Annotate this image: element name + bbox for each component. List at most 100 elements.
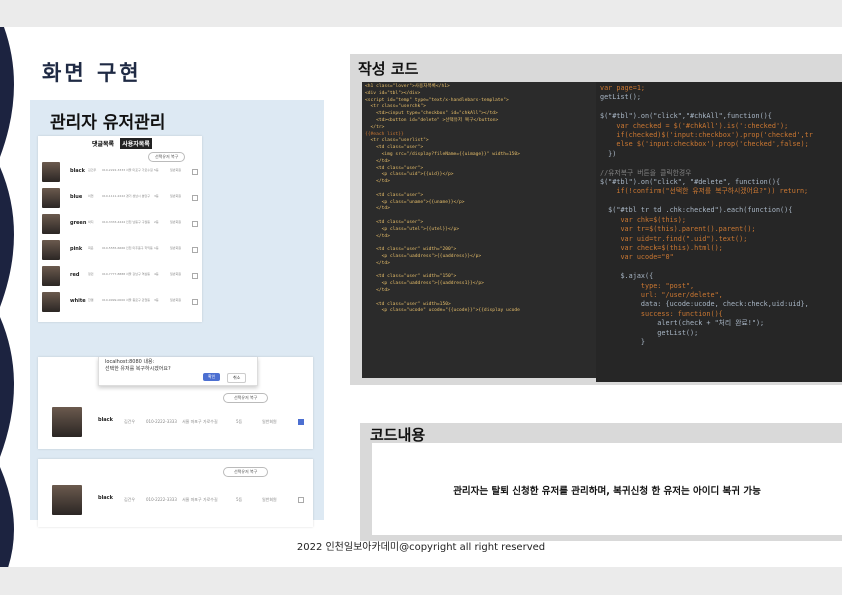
tab-bar: 댓글목록 사용자목록 (90, 138, 154, 149)
footer-copyright: 2022 인천일보아카데미@copyright all right reserv… (296, 542, 546, 553)
user-tel: 010-9999-0000 (102, 298, 126, 302)
user-tel: 010-3333-4444 (102, 220, 126, 224)
dialog-cancel-button[interactable]: 취소 (227, 373, 247, 383)
code-line: <img src="/display?fileName={{uimage}}" … (365, 151, 520, 157)
code-line: </td> (365, 233, 390, 239)
code-line: <td class="user"> (365, 192, 424, 198)
restored-user-screenshot: 선택유저 복구 black 김건우 010-2222-3333 서울 마포구 가… (38, 459, 313, 527)
code-line: $.ajax({ (600, 272, 654, 281)
user-tel: 010-5555-6666 (102, 246, 126, 250)
restore-user-button[interactable]: 선택유저 복구 (223, 467, 269, 477)
user-name: 박지 (88, 220, 94, 224)
user-address: 서울 마포구 가로수길 (126, 168, 153, 172)
panel-title: 관리자 유저관리 (50, 113, 166, 133)
user-id: blue (70, 194, 83, 200)
avatar (52, 485, 82, 515)
code-line: <p class="utel">{{utel}}</p> (365, 226, 460, 232)
code-line: $("#tbl").on("click","#chkAll",function(… (600, 112, 772, 121)
user-tel: 010-1111-2222 (102, 194, 126, 198)
user-id: pink (70, 246, 83, 252)
user-note: 일반회원 (170, 168, 182, 172)
user-tel: 010-2222-3333 (146, 497, 177, 502)
tab-comments[interactable]: 댓글목록 (90, 138, 116, 149)
code-line: <p class="uname">{{uname}}</p> (365, 199, 465, 205)
restore-user-button[interactable]: 선택유저 복구 (223, 393, 269, 403)
admin-user-panel: 관리자 유저관리 댓글목록 사용자목록 선택유저 복구 black 김건우 01… (30, 100, 324, 527)
dialog-host: localhost:8080 내용: (105, 359, 155, 365)
content-box: 관리자는 탈퇴 신청한 유저를 관리하며, 복귀신청 한 유저는 아이디 복귀 … (372, 443, 842, 535)
restore-user-button[interactable]: 선택유저 복구 (148, 152, 186, 162)
code-line: var check=$(this).html(); (600, 243, 723, 252)
user-address: 서울 종로구 관철동 (126, 298, 150, 302)
table-row: black 김건우 010-2222-3333 서울 마포구 가로수길 5등 일… (52, 407, 312, 437)
user-tel: 010-7777-8888 (102, 272, 126, 276)
user-grade: 4등 (154, 272, 159, 276)
user-id: white (70, 298, 86, 304)
row-checkbox[interactable] (192, 247, 198, 253)
user-address: 인천 미추홀구 학익동 (126, 246, 153, 250)
avatar (42, 162, 60, 182)
avatar (42, 292, 60, 312)
code-line: <h1 class="lover">사용자목록</h1> (365, 84, 450, 89)
dialog-ok-button[interactable]: 확인 (203, 373, 221, 381)
row-checkbox[interactable] (192, 273, 198, 279)
code-line: <td><button id="delete" >선택유저 복구</button… (365, 117, 499, 123)
code-line: else $('input:checkbox').prop('checked',… (600, 140, 809, 149)
code-line: <p class="uaddress">{{uaddress}}</p> (365, 253, 482, 259)
code-line: if(checked)$('input:checkbox').prop('che… (600, 131, 813, 140)
code-line: <td class="user"> (365, 145, 424, 151)
content-section: 관리자는 탈퇴 신청한 유저를 관리하며, 복귀신청 한 유저는 아이디 복귀 … (360, 443, 842, 541)
code-line: var uid=tr.find(".uid").text(); (600, 234, 748, 243)
code-line: <p class="uaddress">{{uaddress1}}</p> (365, 281, 484, 287)
row-checkbox[interactable] (192, 195, 198, 201)
avatar (42, 214, 60, 234)
content-section-title: 코드내용 (370, 426, 426, 444)
row-checkbox[interactable] (192, 221, 198, 227)
table-row: black 김건우 010-2222-3333 서울 마포구 가로수길 5등 일… (52, 485, 312, 515)
row-checkbox[interactable] (192, 169, 198, 175)
user-note: 일반회원 (262, 419, 277, 424)
confirm-dialog: localhost:8080 내용: 선택한 유저를 복구하시겠어요? 확인 취… (98, 357, 258, 386)
code-line: </td> (365, 287, 390, 293)
user-id: black (98, 495, 113, 501)
row-checkbox[interactable] (298, 497, 304, 503)
user-note: 일반회원 (170, 220, 182, 224)
user-address: 서울 강남구 역삼동 (126, 272, 150, 276)
code-line: url: "/user/delete", (600, 290, 723, 299)
user-name: 김건우 (88, 168, 97, 172)
code-line: getList(); (600, 328, 699, 337)
user-grade: 3등 (154, 194, 159, 198)
row-checkbox[interactable] (298, 419, 304, 425)
table-row: red 정민 010-7777-8888 서울 강남구 역삼동 4등 일반회원 (42, 266, 198, 286)
code-line: //유저복구 버튼을 클릭한경우 (600, 168, 692, 177)
tab-users[interactable]: 사용자목록 (120, 138, 152, 149)
user-name: 김건우 (124, 497, 136, 502)
script-code-block: var page=1; getList(); $("#tbl").on("clic… (596, 82, 842, 382)
user-tel: 010-2222-3333 (102, 168, 126, 172)
code-line: <td class="user" width="200"> (365, 247, 457, 253)
code-line: $("#tbl tr td .chk:checked").each(functi… (600, 206, 793, 215)
user-address: 서울 마포구 가로수길 (182, 497, 218, 502)
row-checkbox[interactable] (192, 299, 198, 305)
code-line: <td class="user"> (365, 219, 424, 225)
content-section-header: 코드내용 (360, 423, 842, 444)
code-line: var page=1; (600, 84, 646, 92)
user-note: 일반회원 (170, 298, 182, 302)
user-note: 일반회원 (170, 246, 182, 250)
code-line: type: "post", (600, 281, 695, 290)
table-row: blue 이현 010-1111-2222 경기 성남시 분당구 3등 일반회원 (42, 188, 198, 208)
user-address: 서울 마포구 가로수길 (182, 419, 218, 424)
user-name: 한결 (88, 298, 94, 302)
user-list-screenshot: 댓글목록 사용자목록 선택유저 복구 black 김건우 010-2222-33… (38, 136, 202, 322)
user-name: 정민 (88, 272, 94, 276)
template-code-block: <h1 class="lover">사용자목록</h1> <div id="tbl… (362, 82, 628, 378)
code-line: success: function(){ (600, 309, 723, 318)
code-section-header: 작성 코드 (350, 54, 842, 82)
user-grade: 5등 (154, 168, 159, 172)
code-line: alert(check + "처리 완료!"); (600, 319, 765, 328)
code-line: <td><input type="checkbox" id="chkAll"><… (365, 111, 498, 117)
user-name: 이현 (88, 194, 94, 198)
